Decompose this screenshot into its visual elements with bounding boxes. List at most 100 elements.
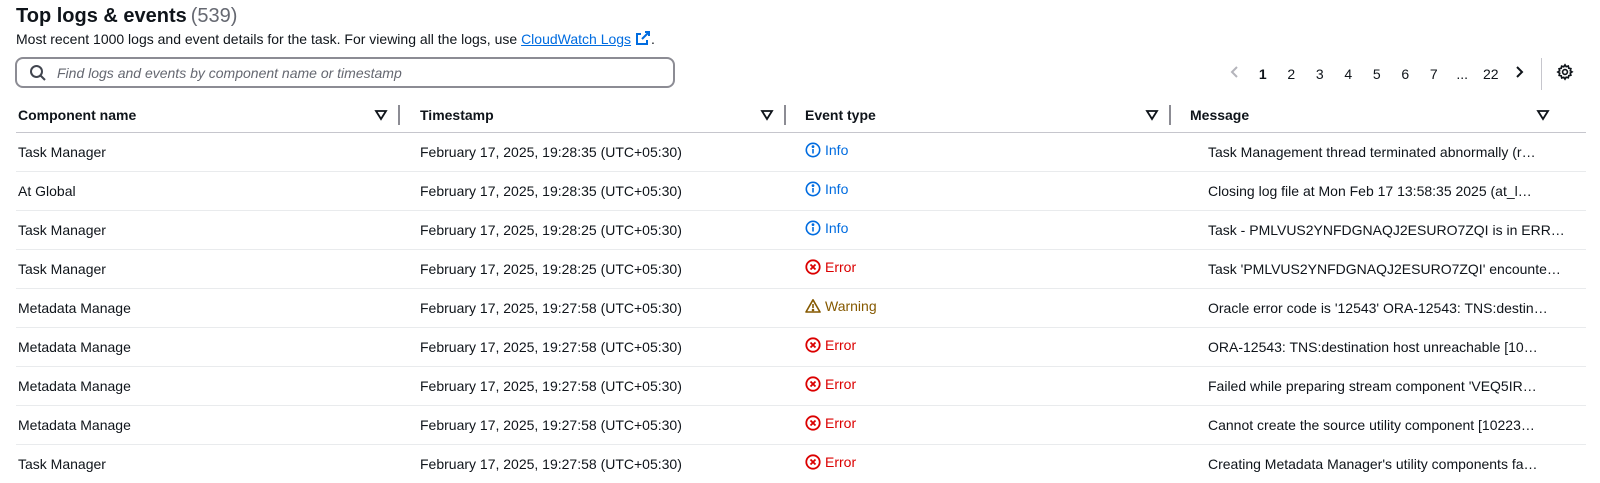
cell-timestamp: February 17, 2025, 19:28:25 (UTC+05:30) [418,210,803,250]
event-type-indicator: Error [805,259,856,275]
cell-timestamp: February 17, 2025, 19:27:58 (UTC+05:30) [418,327,803,367]
search-icon [29,64,47,82]
info-circle-icon [805,142,821,158]
cell-component: Task Manager [16,132,418,172]
column-resizer[interactable] [398,105,400,125]
search-field[interactable] [15,57,675,88]
error-circle-icon [805,259,821,275]
cell-component: Metadata Manage [16,327,418,367]
page-7-button[interactable]: 7 [1420,60,1449,88]
table-row[interactable]: Task Manager February 17, 2025, 19:28:25 … [16,249,1586,289]
cell-component: Task Manager [16,444,418,483]
table-row[interactable]: Metadata Manage February 17, 2025, 19:27:… [16,288,1586,328]
cell-component: Task Manager [16,210,418,250]
column-resizer[interactable] [784,105,786,125]
page-2-button[interactable]: 2 [1277,60,1306,88]
cloudwatch-logs-link[interactable]: CloudWatch Logs [521,31,651,47]
table-row[interactable]: Metadata Manage February 17, 2025, 19:27:… [16,366,1586,406]
caret-down-icon[interactable] [1145,108,1159,122]
column-header-message[interactable]: Message [1188,98,1586,133]
column-header-event-type[interactable]: Event type [803,98,1188,133]
external-link-icon [635,30,651,50]
page-22-button[interactable]: 22 [1477,60,1506,88]
cell-event-type: Error [803,249,1188,289]
info-circle-icon [805,181,821,197]
event-type-indicator: Info [805,181,848,197]
cell-event-type: Error [803,366,1188,406]
caret-down-icon[interactable] [374,108,388,122]
gear-icon [1556,62,1574,86]
cell-event-type: Error [803,327,1188,367]
next-page-button[interactable] [1505,60,1533,88]
event-type-label: Error [825,337,857,353]
cell-timestamp: February 17, 2025, 19:27:58 (UTC+05:30) [418,366,803,406]
error-circle-icon [805,376,821,392]
page-5-button[interactable]: 5 [1363,60,1392,88]
table-row[interactable]: Metadata Manage February 17, 2025, 19:27:… [16,405,1586,445]
cell-timestamp: February 17, 2025, 19:27:58 (UTC+05:30) [418,405,803,445]
log-count: (539) [190,5,238,27]
event-type-label: Info [825,181,849,197]
column-header-timestamp[interactable]: Timestamp [418,98,803,133]
cell-timestamp: February 17, 2025, 19:28:35 (UTC+05:30) [418,132,803,172]
event-type-indicator: Error [805,376,856,392]
cell-message: Closing log file at Mon Feb 17 13:58:35 … [1188,171,1586,211]
cell-component: Metadata Manage [16,366,418,406]
cell-component: At Global [16,171,418,211]
cell-event-type: Warning [803,288,1188,328]
cell-message: Failed while preparing stream component … [1188,366,1586,406]
event-type-label: Warning [825,298,877,314]
cell-timestamp: February 17, 2025, 19:27:58 (UTC+05:30) [418,288,803,328]
column-header-component[interactable]: Component name [16,98,418,133]
page-title: Top logs & events (539) [16,5,238,27]
cell-event-type: Error [803,444,1188,483]
table-row[interactable]: Task Manager February 17, 2025, 19:28:25 … [16,210,1586,250]
search-input[interactable] [57,64,673,81]
previous-page-button[interactable] [1221,60,1249,88]
cell-message: Task Management thread terminated abnorm… [1188,132,1586,172]
page-4-button[interactable]: 4 [1334,60,1363,88]
cell-event-type: Info [803,210,1188,250]
cell-message: Creating Metadata Manager's utility comp… [1188,444,1586,483]
preferences-button[interactable] [1552,60,1578,88]
chevron-left-icon [1228,65,1242,84]
page-6-button[interactable]: 6 [1391,60,1420,88]
table-header-row: Component name Timestamp Event type Mess… [16,98,1586,133]
cell-message: Cannot create the source utility compone… [1188,405,1586,445]
event-type-label: Error [825,454,857,470]
chevron-right-icon [1512,65,1526,84]
event-type-indicator: Info [805,142,848,158]
logs-table: Component name Timestamp Event type Mess… [16,98,1586,483]
cell-component: Task Manager [16,249,418,289]
event-type-indicator: Info [805,220,848,236]
cell-component: Metadata Manage [16,405,418,445]
column-resizer[interactable] [1169,105,1171,125]
caret-down-icon[interactable] [1536,108,1550,122]
event-type-indicator: Error [805,454,856,470]
event-type-label: Error [825,259,857,275]
info-circle-icon [805,220,821,236]
caret-down-icon[interactable] [760,108,774,122]
table-row[interactable]: Task Manager February 17, 2025, 19:27:58 … [16,444,1586,483]
event-type-label: Info [825,142,849,158]
cell-timestamp: February 17, 2025, 19:28:25 (UTC+05:30) [418,249,803,289]
pager-divider [1541,58,1542,90]
table-row[interactable]: Metadata Manage February 17, 2025, 19:27:… [16,327,1586,367]
warning-triangle-icon [805,298,821,314]
cell-component: Metadata Manage [16,288,418,328]
cell-message: Task 'PMLVUS2YNFDGNAQJ2ESURO7ZQI' encoun… [1188,249,1586,289]
cell-event-type: Error [803,405,1188,445]
cell-event-type: Info [803,132,1188,172]
pagination: 1 2 3 4 5 6 7... 22 [1221,58,1600,90]
cell-message: ORA-12543: TNS:destination host unreacha… [1188,327,1586,367]
error-circle-icon [805,337,821,353]
page-1-button[interactable]: 1 [1249,60,1278,88]
event-type-indicator: Warning [805,298,877,314]
cell-message: Task - PMLVUS2YNFDGNAQJ2ESURO7ZQI is in … [1188,210,1586,250]
page-3-button[interactable]: 3 [1306,60,1335,88]
error-circle-icon [805,454,821,470]
table-row[interactable]: Task Manager February 17, 2025, 19:28:35 … [16,132,1586,172]
event-type-label: Info [825,220,849,236]
table-row[interactable]: At Global February 17, 2025, 19:28:35 (UT… [16,171,1586,211]
cell-event-type: Info [803,171,1188,211]
